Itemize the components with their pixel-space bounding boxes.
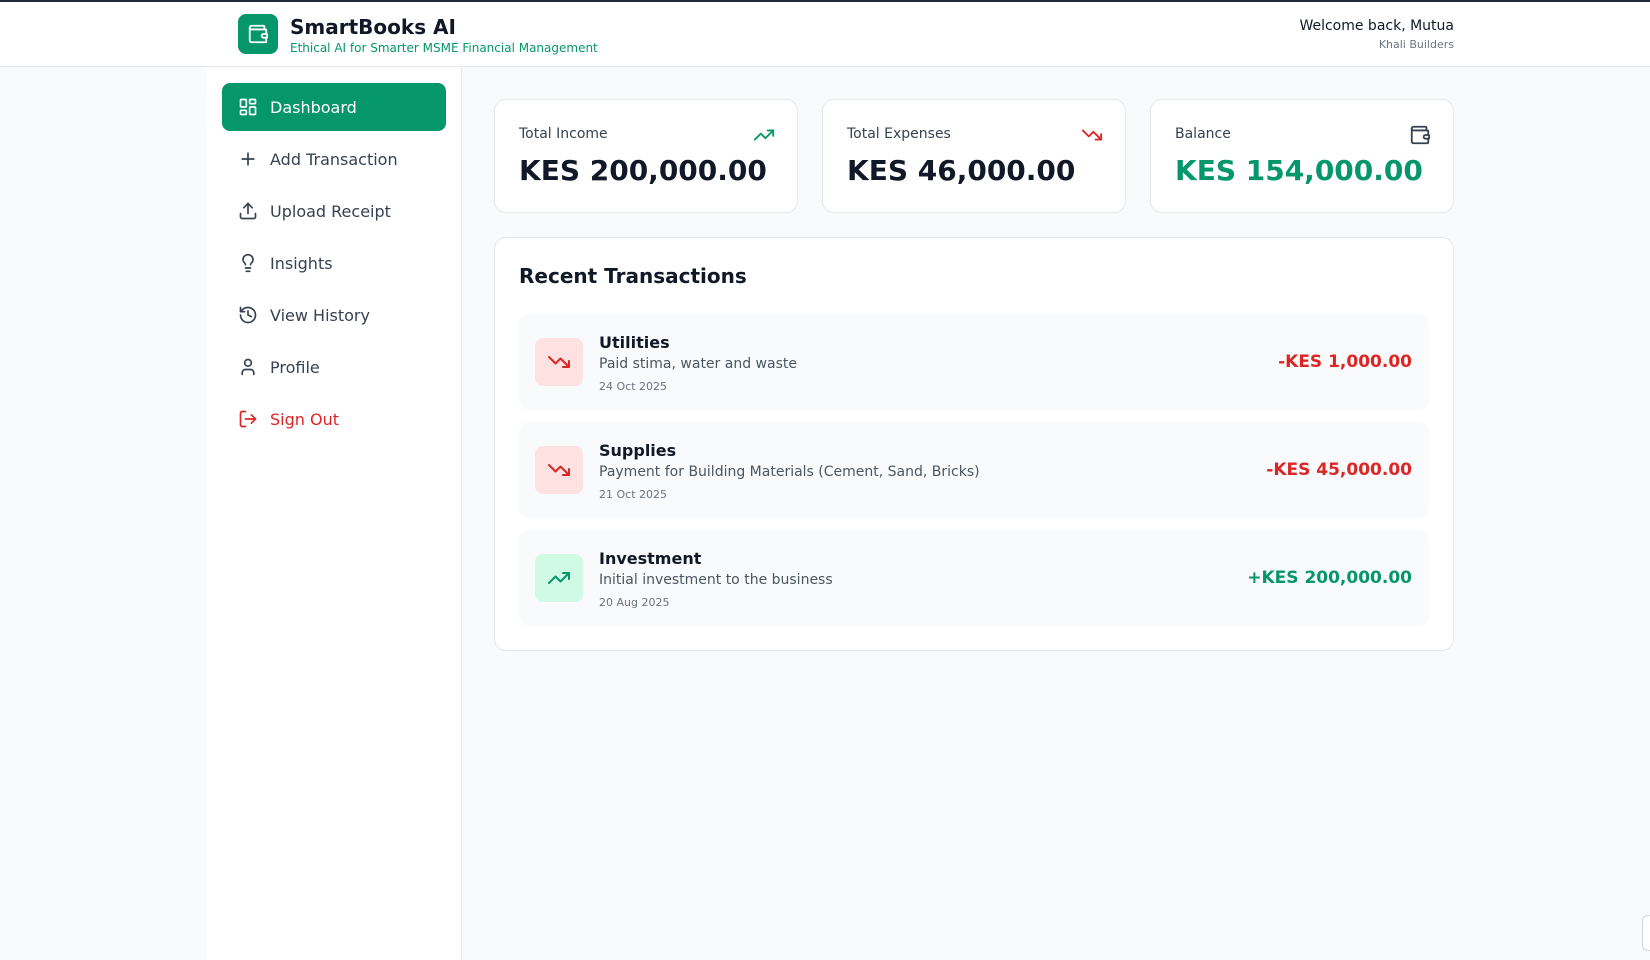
dashboard-grid-icon bbox=[238, 97, 258, 117]
sidebar-item-label: Insights bbox=[270, 253, 333, 273]
transaction-amount: +KES 200,000.00 bbox=[1247, 568, 1412, 588]
app-header: SmartBooks AI Ethical AI for Smarter MSM… bbox=[0, 2, 1650, 67]
stat-value: KES 154,000.00 bbox=[1175, 154, 1423, 187]
sidebar: Dashboard Add Transaction Upload Receipt… bbox=[206, 67, 462, 960]
trending-up-icon bbox=[753, 129, 775, 141]
scroll-handle[interactable] bbox=[1642, 915, 1650, 951]
sidebar-item-label: Sign Out bbox=[270, 409, 339, 429]
stat-value: KES 200,000.00 bbox=[519, 154, 767, 187]
stat-label: Total Expenses bbox=[847, 126, 951, 142]
transaction-date: 20 Aug 2025 bbox=[599, 596, 670, 609]
total-income-card: Total Income KES 200,000.00 bbox=[494, 99, 798, 213]
app-title: SmartBooks AI bbox=[290, 15, 456, 39]
app-subtitle: Ethical AI for Smarter MSME Financial Ma… bbox=[290, 41, 598, 55]
app-logo bbox=[238, 14, 278, 54]
transaction-category: Utilities bbox=[599, 333, 670, 352]
transaction-amount: -KES 45,000.00 bbox=[1266, 460, 1412, 480]
sidebar-item-label: Add Transaction bbox=[270, 149, 398, 169]
sidebar-item-add-transaction[interactable]: Add Transaction bbox=[222, 135, 446, 183]
sidebar-item-label: Profile bbox=[270, 357, 320, 377]
user-icon bbox=[238, 357, 258, 377]
trending-down-icon bbox=[1081, 129, 1103, 141]
upload-icon bbox=[238, 201, 258, 221]
stat-value: KES 46,000.00 bbox=[847, 154, 1076, 187]
trending-down-icon bbox=[535, 338, 583, 386]
sidebar-item-label: Upload Receipt bbox=[270, 201, 391, 221]
sidebar-item-label: View History bbox=[270, 305, 370, 325]
sign-out-icon bbox=[238, 409, 258, 429]
transaction-row[interactable]: Utilities Paid stima, water and waste 24… bbox=[519, 314, 1429, 410]
trending-up-icon bbox=[535, 554, 583, 602]
section-title: Recent Transactions bbox=[519, 264, 747, 288]
trending-down-icon bbox=[535, 446, 583, 494]
wallet-icon bbox=[248, 24, 269, 44]
sidebar-item-view-history[interactable]: View History bbox=[222, 291, 446, 339]
transaction-description: Paid stima, water and waste bbox=[599, 356, 797, 372]
transaction-date: 21 Oct 2025 bbox=[599, 488, 668, 501]
sidebar-item-upload-receipt[interactable]: Upload Receipt bbox=[222, 187, 446, 235]
transaction-row[interactable]: Supplies Payment for Building Materials … bbox=[519, 422, 1429, 518]
history-icon bbox=[238, 305, 258, 325]
stat-label: Total Income bbox=[519, 126, 608, 142]
sidebar-item-profile[interactable]: Profile bbox=[222, 343, 446, 391]
company-name: Khali Builders bbox=[1378, 38, 1454, 51]
transaction-category: Investment bbox=[599, 549, 702, 568]
transaction-amount: -KES 1,000.00 bbox=[1278, 352, 1412, 372]
sidebar-item-sign-out[interactable]: Sign Out bbox=[222, 395, 446, 443]
lightbulb-icon bbox=[238, 253, 258, 273]
transaction-date: 24 Oct 2025 bbox=[599, 380, 668, 393]
welcome-message: Welcome back, Mutua bbox=[1299, 18, 1454, 34]
transaction-description: Initial investment to the business bbox=[599, 572, 833, 588]
transaction-category: Supplies bbox=[599, 441, 677, 460]
recent-transactions-card: Recent Transactions Utilities Paid stima… bbox=[494, 237, 1454, 651]
stat-label: Balance bbox=[1175, 126, 1231, 142]
transaction-description: Payment for Building Materials (Cement, … bbox=[599, 464, 980, 480]
balance-card: Balance KES 154,000.00 bbox=[1150, 99, 1454, 213]
total-expenses-card: Total Expenses KES 46,000.00 bbox=[822, 99, 1126, 213]
wallet-icon bbox=[1410, 125, 1431, 145]
transaction-row[interactable]: Investment Initial investment to the bus… bbox=[519, 530, 1429, 626]
sidebar-item-label: Dashboard bbox=[270, 97, 357, 117]
plus-icon bbox=[238, 149, 258, 169]
sidebar-item-dashboard[interactable]: Dashboard bbox=[222, 83, 446, 131]
sidebar-item-insights[interactable]: Insights bbox=[222, 239, 446, 287]
